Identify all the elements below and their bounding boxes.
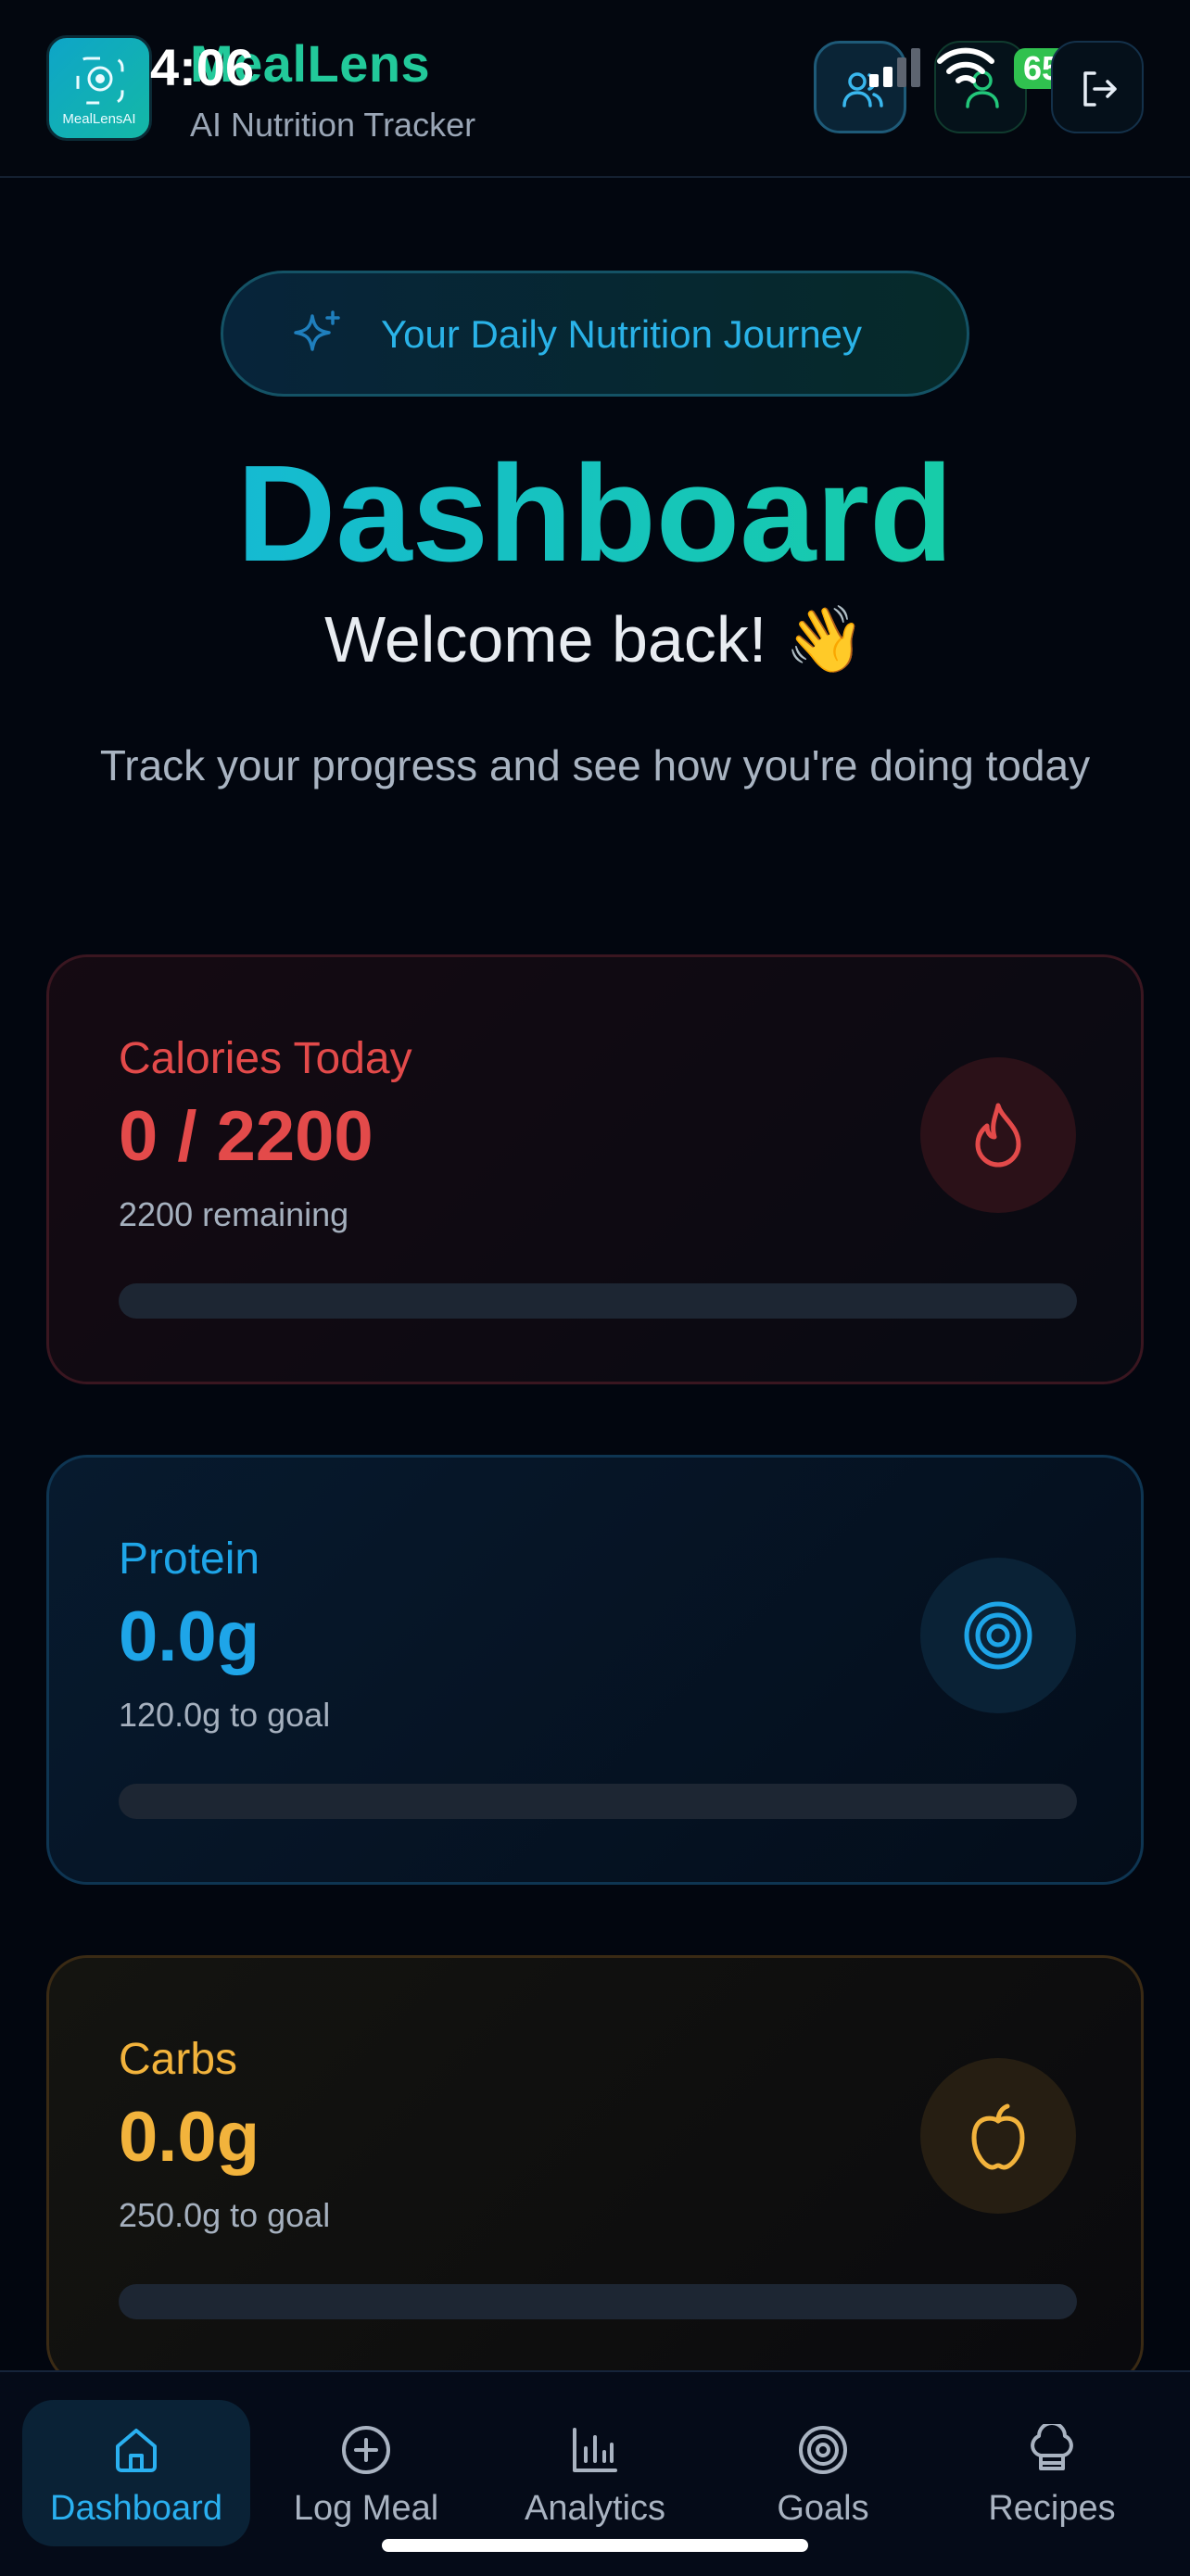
- bar-chart-icon: [573, 2428, 617, 2472]
- calories-progress-bar: [119, 1283, 1077, 1319]
- status-time: 4:06: [150, 38, 255, 96]
- app-subtitle: AI Nutrition Tracker: [190, 106, 476, 144]
- nav-label-analytics: Analytics: [524, 2489, 666, 2528]
- calories-card[interactable]: Calories Today 0 / 2200 2200 remaining: [46, 954, 1144, 1384]
- app-logo[interactable]: MealLensAI: [46, 35, 152, 141]
- camera-food-icon: [76, 57, 124, 105]
- protein-to-goal: 120.0g to goal: [119, 1696, 331, 1734]
- sparkles-icon: [294, 310, 340, 351]
- journey-pill-text: Your Daily Nutrition Journey: [381, 312, 863, 356]
- signal-icon: [869, 48, 920, 87]
- apple-icon: [971, 2103, 1025, 2170]
- wifi-icon: [937, 47, 994, 83]
- target-icon: [964, 1601, 1032, 1670]
- protein-progress-bar: [119, 1784, 1077, 1819]
- protein-icon-badge: [920, 1558, 1076, 1713]
- nav-item-recipes[interactable]: Recipes: [938, 2400, 1166, 2546]
- protein-card[interactable]: Protein 0.0g 120.0g to goal: [46, 1455, 1144, 1885]
- plus-circle-icon: [342, 2426, 390, 2474]
- logo-text: MealLensAI: [62, 111, 136, 127]
- nav-label-recipes: Recipes: [988, 2489, 1116, 2528]
- calories-remaining: 2200 remaining: [119, 1195, 349, 1233]
- calories-label: Calories Today: [119, 1034, 412, 1083]
- calories-icon-badge: [920, 1057, 1076, 1213]
- carbs-to-goal: 250.0g to goal: [119, 2196, 331, 2234]
- protein-label: Protein: [119, 1534, 260, 1584]
- calories-value: 0 / 2200: [119, 1097, 373, 1176]
- flame-icon: [975, 1103, 1021, 1168]
- carbs-card[interactable]: Carbs 0.0g 250.0g to goal: [46, 1955, 1144, 2385]
- chef-hat-icon: [1031, 2424, 1073, 2470]
- tagline-text: Track your progress and see how you're d…: [99, 741, 1091, 789]
- carbs-value: 0.0g: [119, 2098, 260, 2177]
- home-icon: [116, 2429, 157, 2472]
- nav-item-analytics[interactable]: Analytics: [481, 2400, 709, 2546]
- nav-item-goals[interactable]: Goals: [709, 2400, 937, 2546]
- app-header: MealLensAI MealLens AI Nutrition Tracker…: [0, 0, 1190, 178]
- target-icon: [799, 2426, 847, 2474]
- nav-item-log-meal[interactable]: Log Meal: [252, 2400, 480, 2546]
- home-indicator: [382, 2539, 808, 2552]
- carbs-progress-bar: [119, 2284, 1077, 2319]
- logout-icon: [1083, 71, 1117, 107]
- nav-label-log-meal: Log Meal: [293, 2489, 439, 2528]
- carbs-label: Carbs: [119, 2035, 238, 2084]
- nav-label-dashboard: Dashboard: [50, 2489, 222, 2528]
- logout-button[interactable]: [1051, 41, 1144, 133]
- nav-item-dashboard[interactable]: Dashboard: [22, 2400, 250, 2546]
- protein-value: 0.0g: [119, 1597, 260, 1676]
- nav-label-goals: Goals: [777, 2489, 869, 2528]
- page-title: Dashboard: [0, 436, 1190, 593]
- carbs-icon-badge: [920, 2058, 1076, 2214]
- welcome-text: Welcome back! 👋: [324, 603, 866, 676]
- journey-pill: Your Daily Nutrition Journey: [221, 271, 969, 397]
